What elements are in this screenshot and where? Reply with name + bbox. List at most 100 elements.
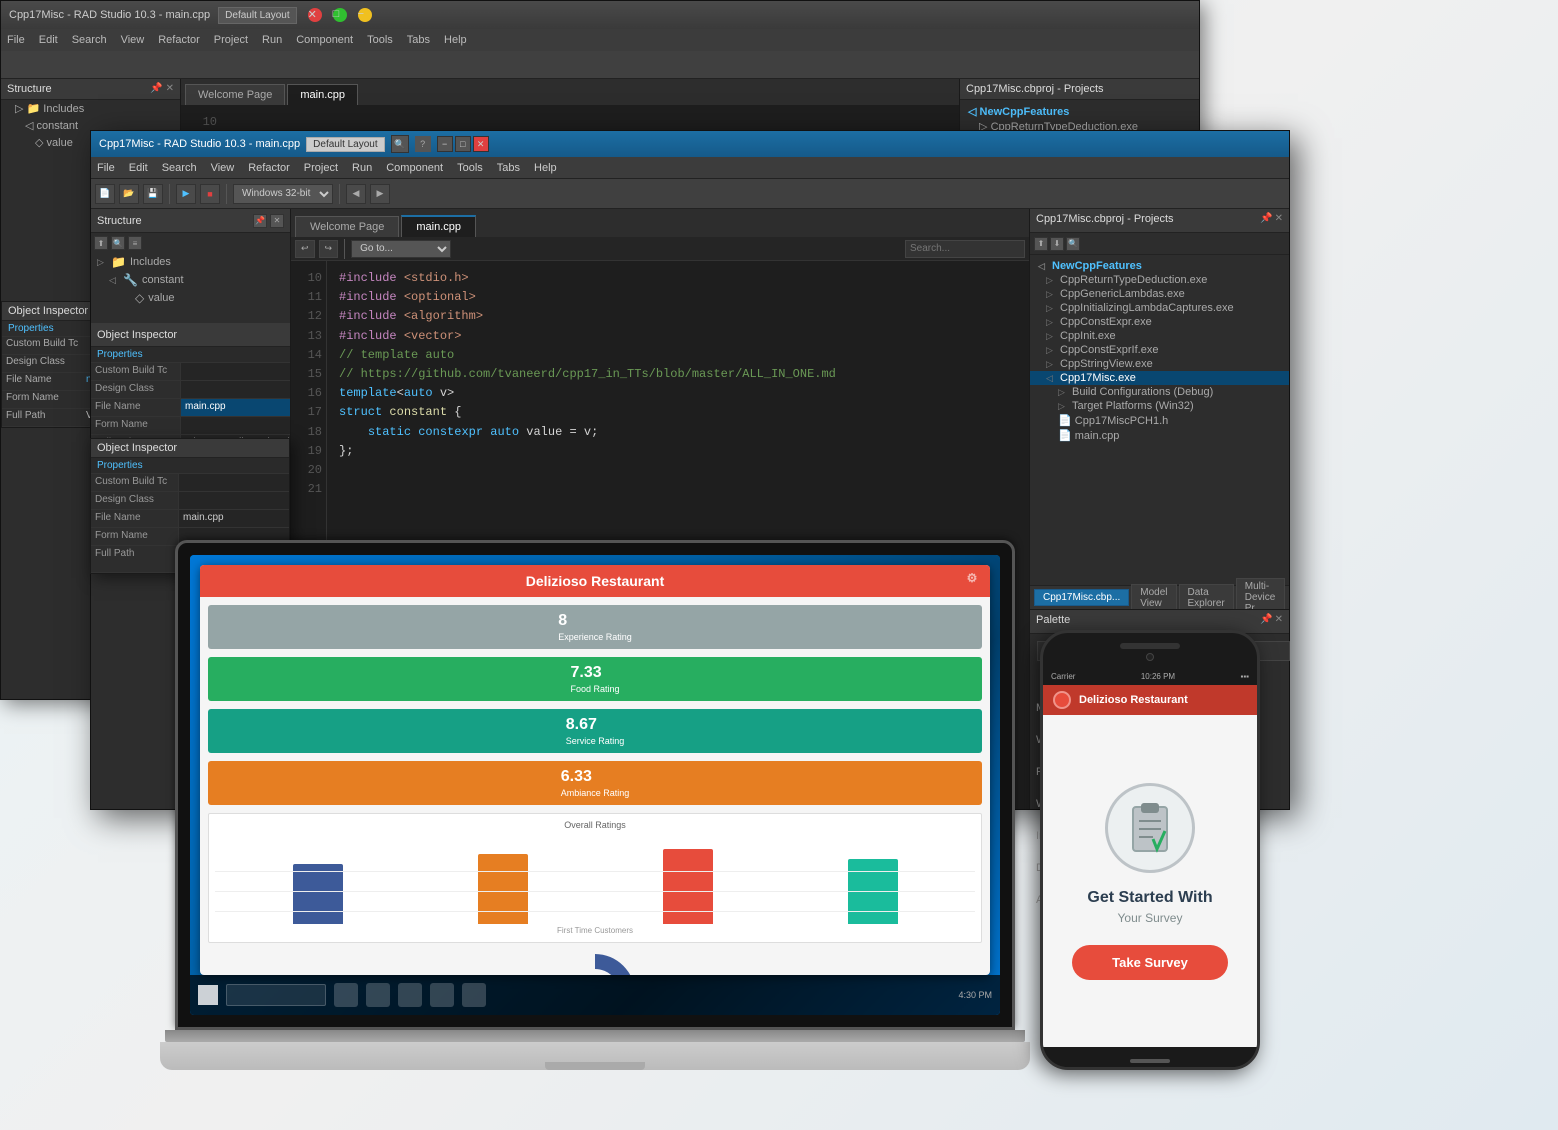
menu-component[interactable]: Component — [386, 162, 443, 174]
palette-pin-icon[interactable]: 📌 — [1260, 614, 1272, 629]
menu-edit-back[interactable]: Edit — [39, 34, 58, 46]
editor-search-input[interactable] — [905, 240, 1025, 258]
proj-5[interactable]: ▷ CppInit.exe — [1030, 329, 1289, 343]
proj-tb-1[interactable]: ⬆ — [1034, 237, 1048, 251]
nav-back-btn[interactable]: ◀ — [346, 184, 366, 204]
st-btn-3[interactable]: ≡ — [128, 236, 142, 250]
proj-sub-2[interactable]: ▷ Target Platforms (Win32) — [1030, 399, 1289, 413]
palette-group-1[interactable]: | C++ Builder Files — [1030, 684, 1289, 700]
build-btn[interactable]: ▶ — [176, 184, 196, 204]
build-config-select[interactable]: Windows 32-bit — [233, 184, 333, 204]
proj-4[interactable]: ▷ CppConstExpr.exe — [1030, 315, 1289, 329]
tree-value[interactable]: ◇ value — [91, 289, 290, 307]
menu-search-back[interactable]: Search — [72, 34, 107, 46]
min-btn-front[interactable]: − — [437, 136, 453, 152]
proj-close-icon[interactable]: ✕ — [1275, 213, 1283, 228]
menu-view[interactable]: View — [211, 162, 235, 174]
menu-refactor-back[interactable]: Refactor — [158, 34, 200, 46]
obj-inspector-header: Object Inspector — [91, 323, 290, 347]
help-btn-front[interactable]: ? — [415, 136, 431, 152]
menu-run-back[interactable]: Run — [262, 34, 282, 46]
save-btn[interactable]: 💾 — [143, 184, 163, 204]
proj-sub-4[interactable]: 📄 main.cpp — [1030, 428, 1289, 443]
menu-file[interactable]: File — [97, 162, 115, 174]
st-btn-2[interactable]: 🔍 — [111, 236, 125, 250]
proj-pin-icon[interactable]: 📌 — [1260, 213, 1272, 228]
new-btn[interactable]: 📄 — [95, 184, 115, 204]
palette-search-input[interactable] — [1037, 641, 1290, 661]
stop-btn[interactable]: ■ — [200, 184, 220, 204]
ed-nav-select[interactable]: Go to... — [351, 240, 451, 258]
menu-tabs-back[interactable]: Tabs — [407, 34, 430, 46]
palette-group-8[interactable]: WebBroker — [1030, 796, 1289, 812]
tree-includes[interactable]: ▷ 📁 Includes — [91, 253, 290, 271]
palette-group-13[interactable]: | DataSnap Server — [1030, 876, 1289, 892]
menu-refactor[interactable]: Refactor — [248, 162, 290, 174]
proj-sub-3[interactable]: 📄 Cpp17MiscPCH1.h — [1030, 413, 1289, 428]
palette-group-0[interactable]: Delphi Files — [1030, 668, 1289, 684]
proj-2[interactable]: ▷ CppGenericLambdas.exe — [1030, 287, 1289, 301]
palette-group-3[interactable]: | Multi-Device Projects — [1030, 716, 1289, 732]
palette-close-icon[interactable]: ✕ — [1275, 614, 1283, 629]
menu-search[interactable]: Search — [162, 162, 197, 174]
proj-8[interactable]: ◁ Cpp17Misc.exe — [1030, 371, 1289, 385]
min-btn-back[interactable]: − — [358, 8, 372, 22]
tab-welcome-back[interactable]: Welcome Page — [185, 84, 285, 105]
title-bar-back: Cpp17Misc - RAD Studio 10.3 - main.cpp D… — [1, 1, 1199, 29]
menu-component-back[interactable]: Component — [296, 34, 353, 46]
close-btn-front[interactable]: ✕ — [473, 136, 489, 152]
proj-6[interactable]: ▷ CppConstExprIf.exe — [1030, 343, 1289, 357]
ed-redo-btn[interactable]: ↪ — [319, 240, 339, 258]
prop-custom-val — [181, 363, 290, 380]
palette-group-5[interactable]: | WebServices — [1030, 748, 1289, 764]
menu-tools-back[interactable]: Tools — [367, 34, 393, 46]
code-text[interactable]: #include <stdio.h> #include <optional> #… — [327, 261, 1029, 809]
menu-view-back[interactable]: View — [121, 34, 145, 46]
menu-help[interactable]: Help — [534, 162, 557, 174]
st-btn-1[interactable]: ⬆ — [94, 236, 108, 250]
proj-sub-1[interactable]: ▷ Build Configurations (Debug) — [1030, 385, 1289, 399]
proj-7[interactable]: ▷ CppStringView.exe — [1030, 357, 1289, 371]
tab-welcome[interactable]: Welcome Page — [295, 216, 399, 237]
menu-project-back[interactable]: Project — [214, 34, 248, 46]
proj-root[interactable]: ◁ NewCppFeatures — [1030, 259, 1289, 273]
ed-undo-btn[interactable]: ↩ — [295, 240, 315, 258]
menu-run[interactable]: Run — [352, 162, 372, 174]
palette-group-12[interactable]: DataSnap Server — [1030, 860, 1289, 876]
menu-edit[interactable]: Edit — [129, 162, 148, 174]
palette-group-11[interactable]: | IntraWeb — [1030, 844, 1289, 860]
max-btn-back[interactable]: □ — [333, 8, 347, 22]
proj-1[interactable]: ▷ CppReturnTypeDeduction.exe — [1030, 273, 1289, 287]
palette-group-9[interactable]: | WebBroker — [1030, 812, 1289, 828]
menu-tools[interactable]: Tools — [457, 162, 483, 174]
t6: ▷ — [1046, 345, 1056, 356]
tree-constant[interactable]: ◁ 🔧 constant — [91, 271, 290, 289]
close-panel-back[interactable]: ✕ — [166, 83, 174, 95]
pin-icon-back[interactable]: 📌 — [150, 83, 162, 95]
max-btn-front[interactable]: □ — [455, 136, 471, 152]
proj-tab-1[interactable]: Cpp17Misc.cbp... — [1034, 589, 1129, 606]
nav-fwd-btn[interactable]: ▶ — [370, 184, 390, 204]
search-btn-front[interactable]: 🔍 — [391, 135, 409, 153]
proj-tab-3[interactable]: Data Explorer — [1179, 584, 1234, 612]
pin-icon[interactable]: 📌 — [253, 214, 267, 228]
proj-tb-2[interactable]: ⬇ — [1050, 237, 1064, 251]
palette-group-10[interactable]: IntraWeb — [1030, 828, 1289, 844]
tab-main-cpp-back[interactable]: main.cpp — [287, 84, 358, 105]
menu-help-back[interactable]: Help — [444, 34, 467, 46]
palette-group-14[interactable]: ActiveX — [1030, 892, 1289, 908]
menu-tabs[interactable]: Tabs — [497, 162, 520, 174]
proj-tb-3[interactable]: 🔍 — [1066, 237, 1080, 251]
open-btn[interactable]: 📂 — [119, 184, 139, 204]
close-icon[interactable]: ✕ — [270, 214, 284, 228]
proj-tab-2[interactable]: Model View — [1131, 584, 1176, 612]
palette-group-7[interactable]: | RAD Server (EMS) — [1030, 780, 1289, 796]
close-btn-back[interactable]: ✕ — [308, 8, 322, 22]
palette-group-4[interactable]: WebServices — [1030, 732, 1289, 748]
palette-group-6[interactable]: RAD Server (EMS) — [1030, 764, 1289, 780]
tab-main-cpp[interactable]: main.cpp — [401, 215, 476, 237]
proj-3[interactable]: ▷ CppInitializingLambdaCaptures.exe — [1030, 301, 1289, 315]
menu-file-back[interactable]: File — [7, 34, 25, 46]
palette-group-2[interactable]: Multi-Device Projects — [1030, 700, 1289, 716]
menu-project[interactable]: Project — [304, 162, 338, 174]
